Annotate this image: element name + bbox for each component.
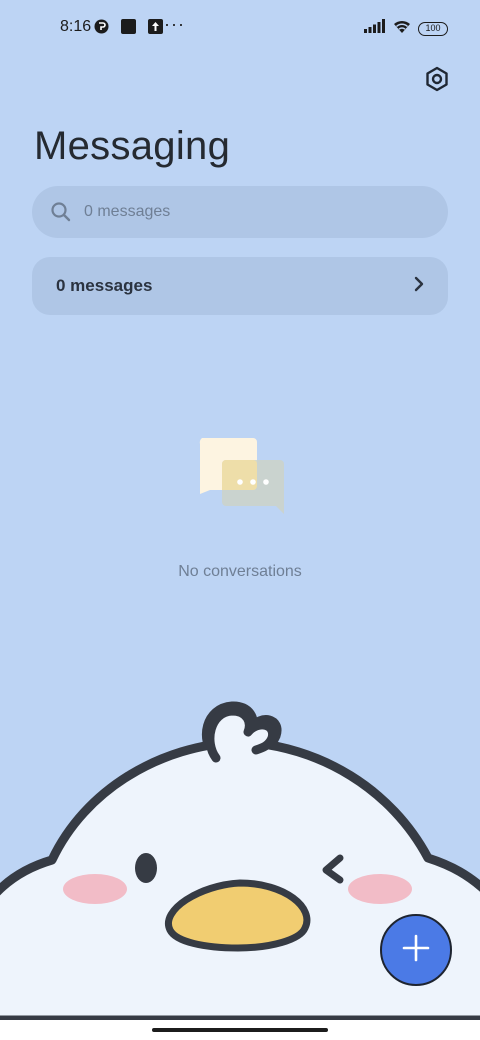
settings-hex-icon [424,66,450,97]
status-left-icons [94,19,163,34]
chevron-right-icon [412,275,426,298]
page-title: Messaging [34,124,231,168]
search-placeholder: 0 messages [84,203,171,220]
wifi-icon [392,18,412,39]
new-message-button[interactable] [380,914,452,986]
folder-label: 0 messages [56,276,153,295]
status-time: 8:16 [60,18,92,35]
messages-folder-row[interactable]: 0 messages [32,257,448,315]
status-bar: 8:16 ··· 100 [0,0,480,56]
search-icon [50,201,72,223]
empty-state-text: No conversations [178,563,302,580]
search-input[interactable]: 0 messages [32,186,448,238]
square-app-icon [121,19,136,34]
status-overflow: ··· [164,14,185,34]
signal-icon [364,19,386,38]
upload-icon [148,19,163,34]
plus-icon [401,933,431,968]
chat-bubbles-icon [196,436,286,516]
home-indicator[interactable] [152,1028,328,1032]
notification-app-icon [94,19,109,34]
navigation-bar [0,1020,480,1040]
settings-button[interactable] [422,66,452,96]
battery-icon: 100 [418,21,448,36]
status-right-icons: 100 [364,18,448,39]
